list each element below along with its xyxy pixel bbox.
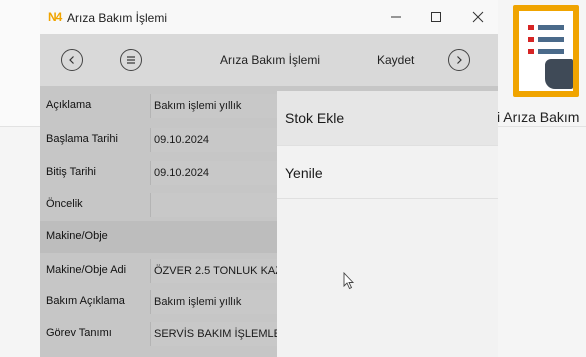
wrench-icon	[545, 59, 573, 89]
field-label: Açıklama	[46, 99, 92, 111]
chevron-left-icon	[69, 56, 74, 64]
priority-field[interactable]	[150, 193, 290, 217]
end-date-field[interactable]: 09.10.2024	[150, 161, 290, 185]
maintenance-app-icon[interactable]	[513, 5, 579, 97]
section-label: Makine/Obje	[46, 230, 108, 242]
app-logo: N4	[48, 10, 62, 24]
save-button[interactable]: Kaydet	[377, 53, 414, 67]
field-label: Öncelik	[46, 198, 83, 210]
minimize-icon	[391, 16, 401, 18]
field-label: Makine/Obje Adi	[46, 264, 127, 276]
page-title: Arıza Bakım İşlemi	[220, 53, 321, 67]
forward-button[interactable]	[448, 49, 470, 71]
app-tile-label[interactable]: i Arıza Bakım	[497, 109, 579, 125]
title-bar: N4 Arıza Bakım İşlemi	[40, 0, 498, 34]
description-field[interactable]: Bakım işlemi yıllık	[150, 94, 290, 118]
menu-item-refresh[interactable]: Yenile	[277, 145, 498, 199]
field-label: Başlama Tarihi	[46, 133, 118, 145]
parent-window-left-area	[0, 0, 40, 126]
start-date-field[interactable]: 09.10.2024	[150, 128, 290, 152]
menu-button[interactable]	[120, 49, 142, 71]
field-label: Bitiş Tarihi	[46, 166, 96, 178]
mouse-cursor-icon	[343, 272, 355, 290]
close-button[interactable]	[458, 4, 498, 30]
document-icon	[519, 11, 573, 91]
maximize-button[interactable]	[416, 4, 456, 30]
task-definition-field[interactable]: SERVİS BAKIM İŞLEMLER	[150, 322, 290, 346]
menu-item-add-stock[interactable]: Stok Ekle	[277, 91, 498, 145]
window-title: Arıza Bakım İşlemi	[67, 11, 168, 25]
field-label: Bakım Açıklama	[46, 295, 125, 307]
field-label: Görev Tanımı	[46, 327, 112, 339]
chevron-right-icon	[457, 56, 462, 64]
machine-name-field[interactable]: ÖZVER 2.5 TONLUK KAZ	[150, 259, 290, 283]
close-icon	[472, 11, 484, 23]
maximize-icon	[431, 12, 441, 22]
maintenance-description-field[interactable]: Bakım işlemi yıllık	[150, 290, 290, 314]
minimize-button[interactable]	[376, 4, 416, 30]
hamburger-icon	[127, 56, 135, 64]
back-button[interactable]	[61, 49, 83, 71]
toolbar: Arıza Bakım İşlemi Kaydet	[40, 34, 498, 86]
menu-flyout: Stok Ekle Yenile	[277, 91, 498, 357]
